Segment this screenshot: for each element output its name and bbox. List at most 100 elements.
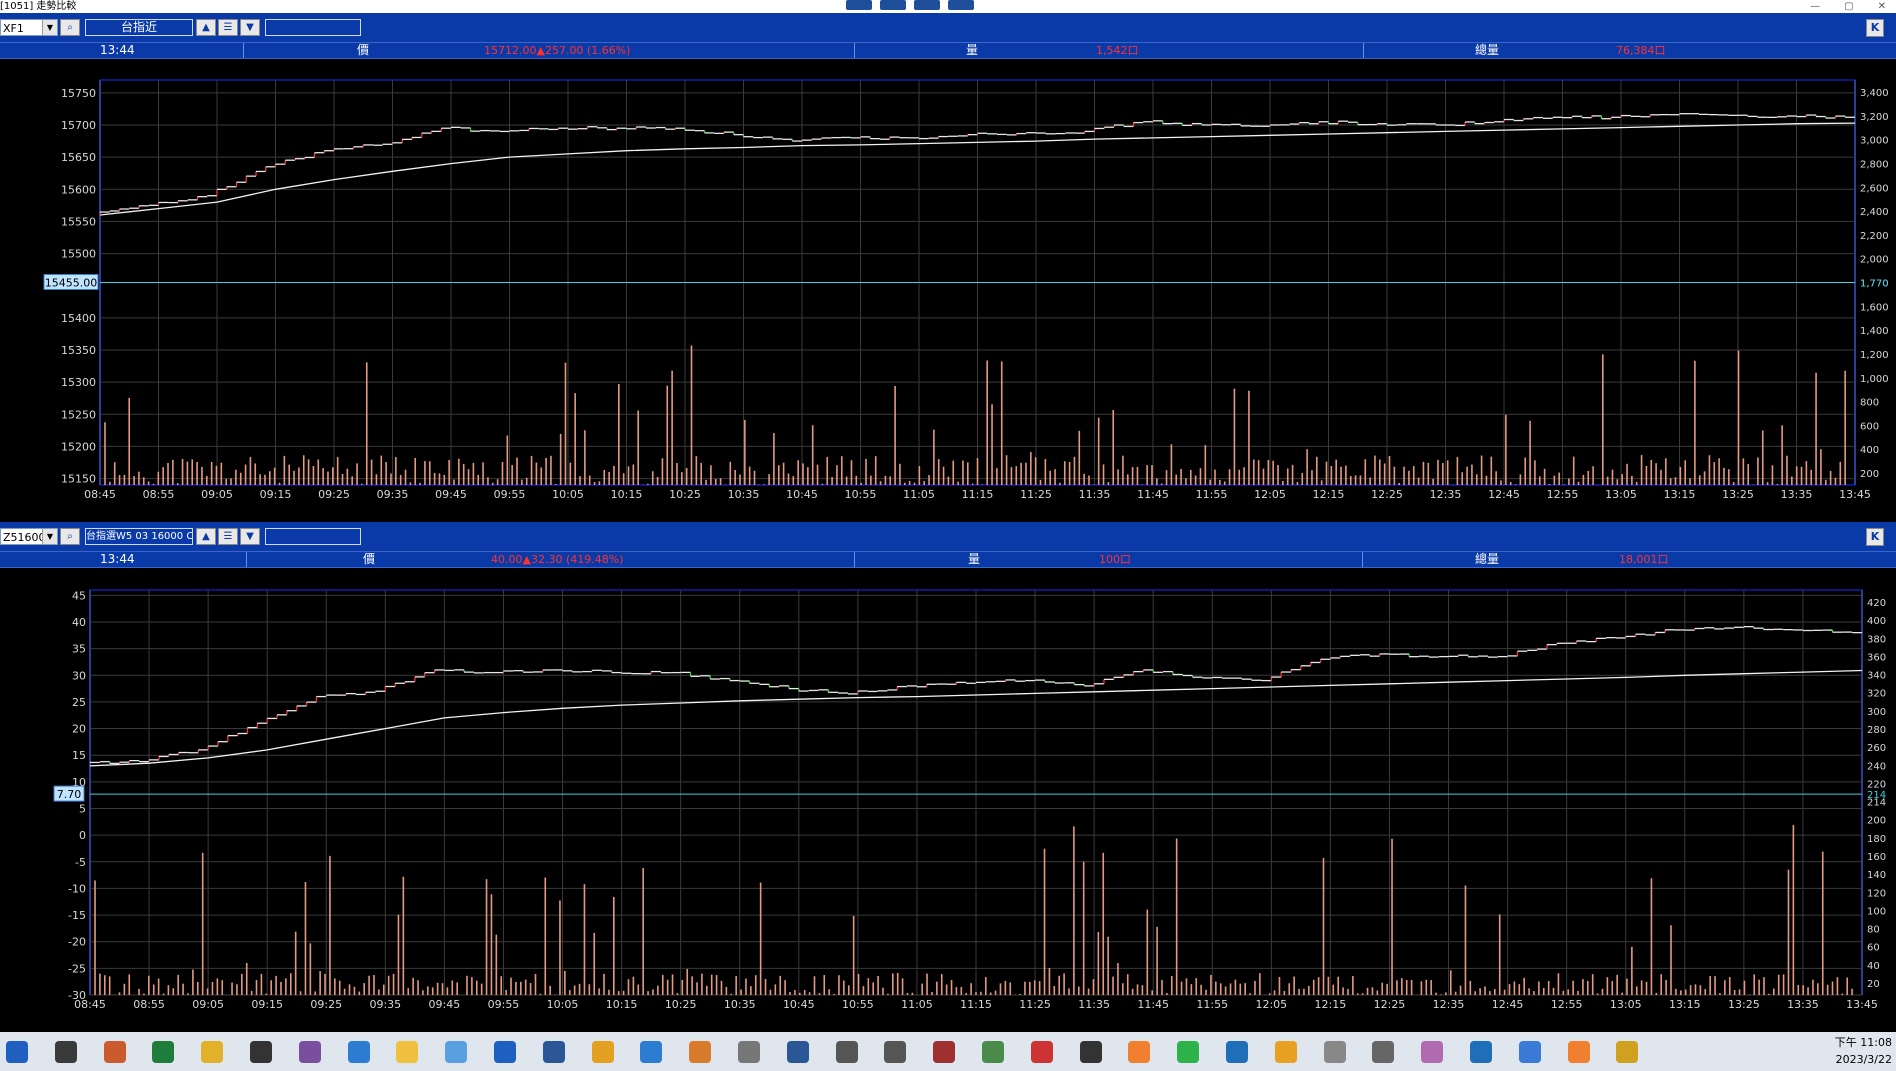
minimize-icon[interactable]: —: [1810, 0, 1820, 13]
taskbar-app-icon[interactable]: [1177, 1041, 1200, 1063]
pane1-k-button[interactable]: K: [1866, 19, 1884, 37]
chevron-down-icon[interactable]: ▼: [42, 529, 57, 544]
time-tick-label: 13:25: [1728, 998, 1760, 1011]
pane1-name: 台指近: [85, 19, 193, 36]
taskbar-app-icon[interactable]: [494, 1041, 516, 1063]
volume-tick-label: 1,400: [1860, 326, 1889, 337]
pane2-input[interactable]: [265, 528, 361, 545]
pane1-symbol-select[interactable]: XF1 ▼: [0, 19, 58, 36]
down-arrow-icon[interactable]: ▼: [240, 528, 260, 545]
taskbar-app-icon[interactable]: [591, 1041, 614, 1063]
taskbar-clock[interactable]: 下午 11:08 2023/3/22: [1835, 1034, 1892, 1068]
list-icon[interactable]: ☰: [218, 19, 238, 36]
volume-tick-label: 400: [1860, 445, 1879, 456]
pane1-chart[interactable]: 08:45 08:55 09:05 09:15 09:25 09:35 09:45 09:55…: [0, 60, 1896, 522]
pane2-price-label: 價: [363, 552, 376, 566]
time-tick-label: 09:15: [260, 488, 292, 501]
price-tick-label: 45: [72, 589, 86, 602]
down-arrow-icon[interactable]: ▼: [240, 19, 260, 36]
up-arrow-icon[interactable]: ▲: [196, 528, 216, 545]
taskbar-app-icon[interactable]: [689, 1041, 712, 1063]
time-tick-label: 08:45: [84, 488, 116, 501]
close-icon[interactable]: ✕: [1878, 0, 1886, 13]
volume-tick-label: 1,200: [1860, 350, 1889, 361]
taskbar-app-icon[interactable]: [786, 1041, 809, 1063]
taskbar-app-icon[interactable]: [152, 1041, 175, 1063]
time-tick-label: 09:25: [318, 488, 350, 501]
time-tick-label: 11:35: [1078, 998, 1110, 1011]
volume-tick-label: 2,400: [1860, 207, 1889, 218]
time-tick-label: 11:05: [903, 488, 935, 501]
time-tick-label: 13:35: [1781, 488, 1813, 501]
taskbar-app-icon[interactable]: [1128, 1041, 1151, 1063]
price-tick-label: 35: [72, 643, 86, 656]
taskbar-app-icon[interactable]: [1567, 1041, 1590, 1063]
time-tick-label: 11:25: [1020, 488, 1052, 501]
taskbar-app-icon[interactable]: [1372, 1041, 1395, 1063]
taskbar-app-icon[interactable]: [542, 1041, 565, 1063]
volume-tick-label: 40: [1867, 961, 1880, 972]
taskbar-app-icon[interactable]: [835, 1041, 858, 1063]
taskbar-app-icon[interactable]: [1079, 1041, 1102, 1063]
time-tick-label: 10:25: [669, 488, 701, 501]
tool-button-3[interactable]: [914, 0, 940, 10]
taskbar-app-icon[interactable]: [1323, 1041, 1346, 1063]
time-tick-label: 09:45: [435, 488, 467, 501]
time-tick-label: 11:55: [1196, 488, 1228, 501]
taskbar-app-icon[interactable]: [1518, 1041, 1541, 1063]
start-icon[interactable]: [6, 1041, 28, 1063]
taskbar-app-icon[interactable]: [1274, 1041, 1297, 1063]
taskbar-app-icon[interactable]: [201, 1041, 224, 1063]
pane1-infobar: 13:44 價 15712.00▲257.00 (1.66%) 量 1,542口…: [0, 42, 1896, 59]
taskbar-app-icon[interactable]: [250, 1041, 272, 1063]
pane1-input[interactable]: [265, 19, 361, 36]
taskbar-app-icon[interactable]: [396, 1041, 419, 1063]
time-tick-label: 09:55: [494, 488, 526, 501]
taskbar-app-icon[interactable]: [982, 1041, 1004, 1063]
up-arrow-icon[interactable]: ▲: [196, 19, 216, 36]
pane2-symbol-select[interactable]: Z516000 ▼: [0, 528, 58, 545]
time-tick-label: 13:35: [1787, 998, 1819, 1011]
time-tick-label: 11:35: [1079, 488, 1111, 501]
time-tick-label: 13:45: [1839, 488, 1871, 501]
titlebar-tools: [846, 0, 974, 10]
taskbar-app-icon[interactable]: [445, 1041, 468, 1063]
volume-tick-label: 3,200: [1860, 112, 1889, 123]
time-tick-label: 10:45: [786, 488, 818, 501]
list-icon[interactable]: ☰: [218, 528, 238, 545]
search-icon[interactable]: ⌕: [60, 19, 80, 36]
time-tick-label: 13:15: [1669, 998, 1701, 1011]
price-tick-label: -15: [68, 909, 86, 922]
time-tick-label: 12:45: [1488, 488, 1520, 501]
pane2-price-value: 40.00▲32.30 (419.48%): [491, 553, 624, 566]
tool-button-2[interactable]: [880, 0, 906, 10]
volume-tick-label: 400: [1867, 616, 1886, 627]
price-tick-label: -25: [68, 962, 86, 975]
taskbar-app-icon[interactable]: [1470, 1041, 1492, 1063]
taskbar-app-icon[interactable]: [298, 1041, 321, 1063]
taskbar-app-icon[interactable]: [933, 1041, 956, 1063]
taskbar-app-icon[interactable]: [640, 1041, 663, 1063]
pane2-k-button[interactable]: K: [1866, 528, 1884, 546]
pane2-chart[interactable]: 08:45 08:55 09:05 09:15 09:25 09:35 09:45 09:55…: [0, 570, 1896, 1032]
taskbar-app-icon[interactable]: [1226, 1041, 1248, 1063]
search-icon[interactable]: ⌕: [60, 528, 80, 545]
price-tick-label: 15: [72, 749, 86, 762]
maximize-icon[interactable]: ▢: [1844, 0, 1853, 13]
time-tick-label: 13:05: [1610, 998, 1642, 1011]
taskbar-app-icon[interactable]: [738, 1041, 760, 1063]
taskbar-app-icon[interactable]: [1421, 1041, 1444, 1063]
pane2-name: 台指選W5 03 16000 C: [85, 528, 193, 545]
taskbar-app-icon[interactable]: [103, 1041, 126, 1063]
taskbar-app-icon[interactable]: [54, 1041, 77, 1063]
volume-tick-label: 280: [1867, 725, 1886, 736]
taskbar-app-icon[interactable]: [1616, 1041, 1639, 1063]
taskbar-app-icon[interactable]: [884, 1041, 907, 1063]
tool-button-1[interactable]: [846, 0, 872, 10]
chevron-down-icon[interactable]: ▼: [42, 20, 57, 35]
taskbar-app-icon[interactable]: [347, 1041, 370, 1063]
price-tick-label: 15600: [61, 183, 96, 196]
time-tick-label: 08:55: [133, 998, 165, 1011]
tool-button-4[interactable]: [948, 0, 974, 10]
taskbar-app-icon[interactable]: [1030, 1041, 1053, 1063]
